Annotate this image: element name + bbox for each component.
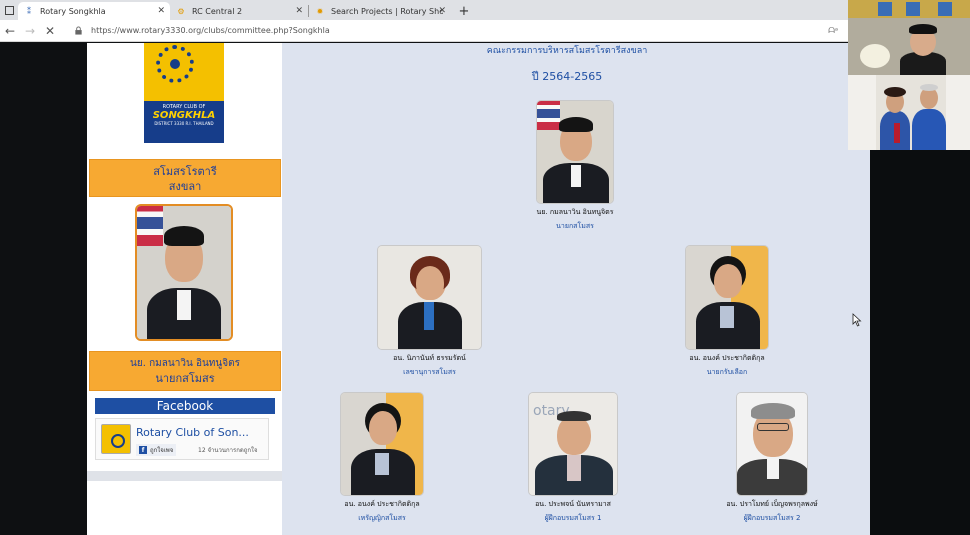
term-year: ปี 2564-2565 <box>531 70 603 83</box>
club-name-line2: สงขลา <box>168 180 202 193</box>
video-participant-2[interactable] <box>848 75 970 150</box>
new-tab-button[interactable]: + <box>455 2 473 20</box>
member-photo <box>536 100 614 204</box>
president-photo <box>135 204 233 341</box>
rotary-icon: ⁑ <box>27 6 31 16</box>
member-name: อน. อนงค์ ประชากิตติกุล <box>344 500 420 508</box>
member-name: อน. นิภานันท์ ธรรมรัตน์ <box>393 354 466 362</box>
member-photo <box>685 245 769 350</box>
url-text: https://www.rotary3330.org/clubs/committ… <box>91 26 330 35</box>
member-role: เหรัญญิกสโมสร <box>358 514 406 522</box>
member-role: ผู้ฝึกอบรมสโมสร 1 <box>544 514 602 522</box>
member-card: อน. อนงค์ ประชากิตติกุล เหรัญญิกสโมสร <box>327 392 437 524</box>
member-role: นายกรับเลือก <box>706 368 748 376</box>
president-caption-box: นย. กมลนาวิน อินทนูจิตร นายกสโมสร <box>89 351 281 391</box>
facebook-icon: f <box>139 446 147 454</box>
page-margin-left <box>0 43 87 535</box>
member-name: อน. ปราโมทย์ เบ็ญจพรกุลพงษ์ <box>726 500 818 508</box>
logo-text-line3: DISTRICT 3330 R.I. THAILAND <box>154 121 214 126</box>
browser-toolbar: ← → ✕ https://www.rotary3330.org/clubs/c… <box>0 20 848 42</box>
rotary-icon: ✹ <box>316 6 324 16</box>
member-card: นย. กมลนาวิน อินทนูจิตร นายกสโมสร <box>520 100 630 232</box>
page-avatar[interactable] <box>101 424 131 454</box>
member-role: เลขานุการสโมสร <box>403 368 456 376</box>
forward-arrow-icon[interactable]: → <box>20 21 40 41</box>
lock-icon <box>75 26 82 35</box>
address-bar[interactable]: https://www.rotary3330.org/clubs/committ… <box>74 22 834 40</box>
member-photo: otary <box>528 392 618 496</box>
tab-rotary-songkhla[interactable]: ⁑ Rotary Songkhla ✕ <box>18 2 170 20</box>
member-name: นย. กมลนาวิน อินทนูจิตร <box>536 208 614 216</box>
tab-title: Rotary Songkhla <box>40 6 106 16</box>
club-logo: ROTARY CLUB OF SONGKHLA DISTRICT 3330 R.… <box>134 43 234 147</box>
stop-loading-icon[interactable]: ✕ <box>40 21 60 41</box>
logo-text-line2: SONGKHLA <box>152 110 216 121</box>
facebook-page-widget[interactable]: Rotary Club of Son... f ถูกใจเพจ 12 จำนว… <box>95 418 269 460</box>
page-margin-right <box>870 150 970 535</box>
member-role: นายกสโมสร <box>556 222 594 230</box>
page-title: คณะกรรมการบริหารสโมสรโรตารีสงขลา <box>486 46 648 56</box>
facebook-header: Facebook <box>95 398 275 414</box>
reader-view-icon[interactable]: ᗩᵃ <box>828 26 838 36</box>
president-name: นย. กมลนาวิน อินทนูจิตร <box>130 358 240 369</box>
tab-search-projects[interactable]: ✹ Search Projects | Rotary Showca ✕ <box>309 2 451 20</box>
club-name-line1: สโมสรโรตารี <box>153 165 217 178</box>
sidebar: ROTARY CLUB OF SONGKHLA DISTRICT 3330 R.… <box>87 43 282 535</box>
facebook-page-name[interactable]: Rotary Club of Son... <box>136 426 249 439</box>
sidebar-footer <box>87 471 282 481</box>
member-name: อน. อนงค์ ประชากิตติกุล <box>689 354 765 362</box>
close-icon[interactable]: ✕ <box>438 6 446 16</box>
close-icon[interactable]: ✕ <box>295 6 303 16</box>
member-card: otary อน. ประพจน์ นันทรามาส ผู้ฝึกอบรมสโ… <box>518 392 628 524</box>
president-title: นายกสโมสร <box>155 372 215 385</box>
committee-content: คณะกรรมการบริหารสโมสรโรตารีสงขลา ปี 2564… <box>282 43 870 535</box>
member-photo <box>736 392 808 496</box>
window-menu-icon[interactable] <box>0 0 18 20</box>
member-name: อน. ประพจน์ นันทรามาส <box>535 500 611 508</box>
tab-title: RC Central 2 <box>192 6 243 16</box>
back-arrow-icon[interactable]: ← <box>0 21 20 41</box>
member-photo <box>377 245 482 350</box>
rotary-wheel-icon <box>156 45 194 83</box>
club-name-box: สโมสรโรตารี สงขลา <box>89 159 281 197</box>
close-icon[interactable]: ✕ <box>157 6 165 16</box>
tab-title: Search Projects | Rotary Showca <box>331 6 443 16</box>
member-card: อน. นิภานันท์ ธรรมรัตน์ เลขานุการสโมสร <box>367 245 492 378</box>
member-role: ผู้ฝึกอบรมสโมสร 2 <box>743 514 801 522</box>
member-card: อน. อนงค์ ประชากิตติกุล นายกรับเลือก <box>672 245 782 378</box>
tab-bar: ⁑ Rotary Songkhla ✕ ⚙ RC Central 2 ✕ ✹ S… <box>0 0 848 20</box>
tab-rc-central[interactable]: ⚙ RC Central 2 ✕ <box>170 2 308 20</box>
like-count: 12 จำนวนการกดถูกใจ <box>198 447 258 454</box>
like-label: ถูกใจเพจ <box>150 447 174 454</box>
web-page: ROTARY CLUB OF SONGKHLA DISTRICT 3330 R.… <box>87 43 870 535</box>
like-page-button[interactable]: f ถูกใจเพจ <box>136 444 177 456</box>
video-participant-1[interactable] <box>848 0 970 75</box>
member-card: อน. ปราโมทย์ เบ็ญจพรกุลพงษ์ ผู้ฝึกอบรมสโ… <box>707 392 837 524</box>
member-photo <box>340 392 424 496</box>
rotary-gear-icon: ⚙ <box>177 6 185 16</box>
committee-heading-block: คณะกรรมการบริหารสโมสรโรตารีสงขลา ปี 2564… <box>452 43 682 85</box>
